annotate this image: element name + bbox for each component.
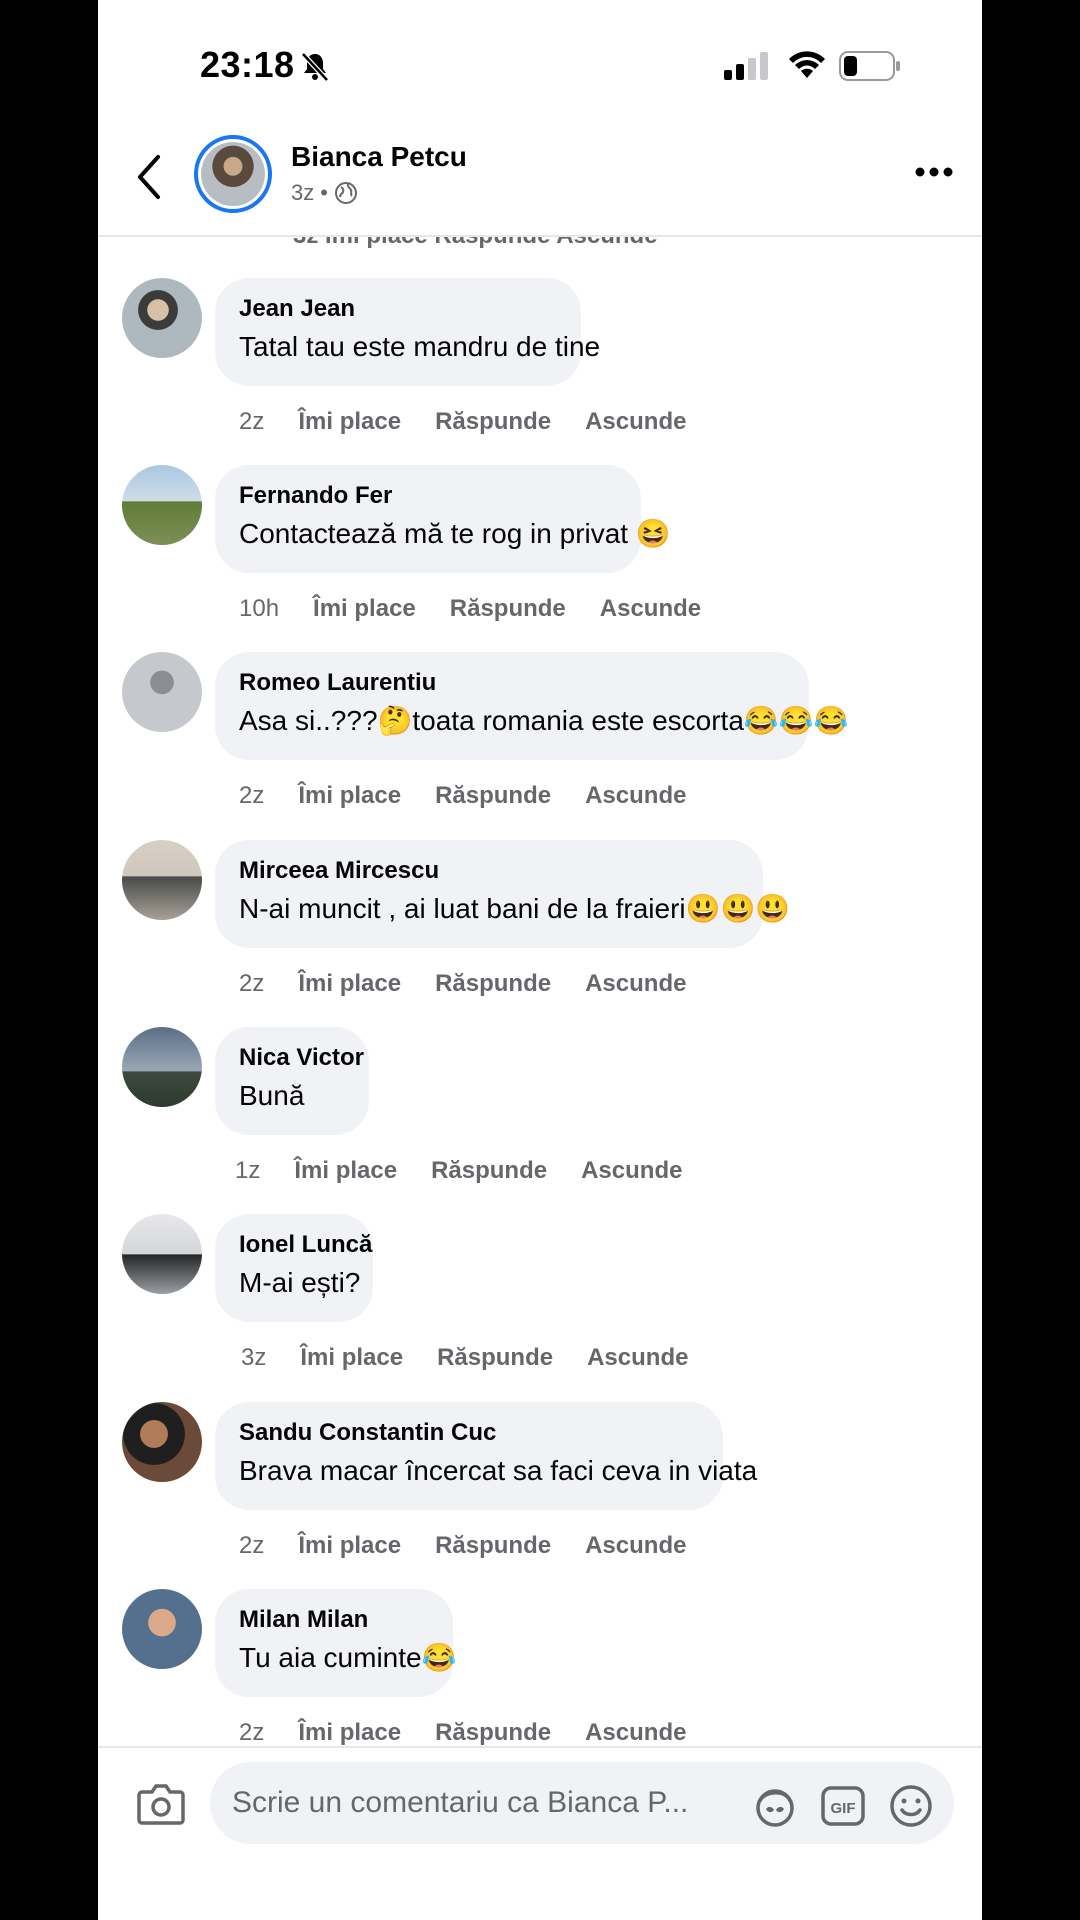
bell-muted-icon (301, 52, 329, 82)
commenter-name[interactable]: Fernando Fer (239, 481, 617, 511)
camera-icon[interactable] (136, 1782, 186, 1826)
like-button[interactable]: Îmi place (298, 970, 401, 998)
hide-button[interactable]: Ascunde (585, 970, 686, 998)
comment-text: M-ai ești? (239, 1267, 361, 1298)
like-button[interactable]: Îmi place (298, 1532, 401, 1560)
back-arrow-icon[interactable] (134, 153, 164, 201)
commenter-avatar[interactable] (122, 1402, 202, 1482)
comment-time: 2z (239, 782, 265, 809)
comment-bubble[interactable]: Ionel Luncă M-ai ești? (215, 1214, 373, 1322)
like-button[interactable]: Îmi place (298, 408, 401, 436)
commenter-name[interactable]: Milan Milan (239, 1605, 429, 1635)
comment-bubble[interactable]: Romeo Laurentiu Asa si..???🤔toata romani… (215, 652, 849, 760)
comment-text: Brava macar încercat sa faci ceva in via… (239, 1455, 758, 1486)
phone-screen: 23:18 Bianca Petcu 3z • Jean Jean Tatal … (98, 0, 982, 1920)
commenter-name[interactable]: Romeo Laurentiu (239, 668, 785, 698)
comment-composer: Scrie un comentariu ca Bianca P... GIF (98, 1746, 982, 1920)
reply-button[interactable]: Răspunde (431, 1157, 547, 1185)
comment-placeholder: Scrie un comentariu ca Bianca P... (232, 1786, 689, 1819)
svg-text:GIF: GIF (831, 1800, 856, 1817)
comment-time: 2z (239, 1532, 265, 1559)
comment-time: 1z (235, 1157, 261, 1184)
comment-time: 2z (239, 970, 265, 997)
commenter-avatar[interactable] (122, 652, 202, 732)
comment-text: Contactează mă te rog in privat 😆 (239, 518, 671, 549)
like-button[interactable]: Îmi place (298, 1719, 401, 1747)
commenter-avatar[interactable] (122, 465, 202, 545)
comment-bubble[interactable]: Jean Jean Tatal tau este mandru de tine (215, 278, 601, 386)
like-button[interactable]: Îmi place (300, 1344, 403, 1372)
emoji-icon[interactable] (888, 1783, 934, 1829)
hide-button[interactable]: Ascunde (585, 1719, 686, 1747)
commenter-name[interactable]: Jean Jean (239, 294, 557, 324)
like-button[interactable]: Îmi place (298, 782, 401, 810)
comment-actions: 3z Îmi place Răspunde Ascunde (241, 1344, 722, 1372)
globe-icon (334, 182, 357, 204)
comment-actions: 2z Îmi place Răspunde Ascunde (239, 782, 720, 810)
meta-dot: • (320, 180, 328, 205)
comment-time: 3z (241, 1344, 267, 1371)
hide-button[interactable]: Ascunde (585, 782, 686, 810)
comment-bubble[interactable]: Sandu Constantin Cuc Brava macar încerca… (215, 1402, 758, 1510)
reply-button[interactable]: Răspunde (435, 408, 551, 436)
battery-icon (839, 51, 900, 81)
reply-button[interactable]: Răspunde (435, 1532, 551, 1560)
comment-time: 2z (239, 408, 265, 435)
author-name[interactable]: Bianca Petcu (291, 141, 467, 173)
reply-button[interactable]: Răspunde (435, 1719, 551, 1747)
post-age: 3z (291, 180, 315, 205)
comment-text: Bună (239, 1080, 305, 1111)
commenter-name[interactable]: Mirceea Mircescu (239, 856, 739, 886)
commenter-avatar[interactable] (122, 278, 202, 358)
comment-bubble[interactable]: Mirceea Mircescu N-ai muncit , ai luat b… (215, 840, 791, 948)
reply-button[interactable]: Răspunde (437, 1344, 553, 1372)
comment-bubble[interactable]: Milan Milan Tu aia cuminte😂 (215, 1589, 457, 1697)
commenter-avatar[interactable] (122, 1589, 202, 1669)
reply-button[interactable]: Răspunde (435, 782, 551, 810)
comment-actions: 2z Îmi place Răspunde Ascunde (239, 1532, 720, 1560)
hide-button[interactable]: Ascunde (587, 1344, 688, 1372)
like-button[interactable]: Îmi place (294, 1157, 397, 1185)
gif-icon[interactable]: GIF (820, 1783, 866, 1829)
commenter-avatar[interactable] (122, 1214, 202, 1294)
comment-actions: 1z Îmi place Răspunde Ascunde (235, 1157, 716, 1185)
comment-actions: 2z Îmi place Răspunde Ascunde (239, 408, 720, 436)
commenter-name[interactable]: Sandu Constantin Cuc (239, 1418, 699, 1448)
comment-bubble[interactable]: Nica Victor Bună (215, 1027, 369, 1135)
comment-text: Asa si..???🤔toata romania este escorta😂😂… (239, 705, 849, 736)
status-time: 23:18 (200, 44, 295, 85)
commenter-name[interactable]: Ionel Luncă (239, 1230, 372, 1260)
hide-button[interactable]: Ascunde (585, 408, 686, 436)
comment-bubble[interactable]: Fernando Fer Contactează mă te rog in pr… (215, 465, 671, 573)
reply-button[interactable]: Răspunde (435, 970, 551, 998)
commenter-name[interactable]: Nica Victor (239, 1043, 364, 1073)
comment-text: Tatal tau este mandru de tine (239, 331, 601, 362)
more-options-icon[interactable] (914, 165, 954, 179)
hide-button[interactable]: Ascunde (585, 1532, 686, 1560)
comment-text: Tu aia cuminte😂 (239, 1642, 457, 1673)
status-bar: 23:18 (98, 0, 982, 125)
hide-button[interactable]: Ascunde (600, 595, 701, 623)
wifi-icon (789, 51, 825, 78)
comment-time: 2z (239, 1719, 265, 1746)
commenter-avatar[interactable] (122, 840, 202, 920)
commenter-avatar[interactable] (122, 1027, 202, 1107)
comment-actions: 2z Îmi place Răspunde Ascunde (239, 1719, 720, 1747)
reply-button[interactable]: Răspunde (450, 595, 566, 623)
author-avatar[interactable] (194, 135, 272, 213)
avatar-sticker-icon[interactable] (752, 1783, 798, 1829)
comment-actions: 2z Îmi place Răspunde Ascunde (239, 970, 720, 998)
comment-actions: 10h Îmi place Răspunde Ascunde (239, 595, 735, 623)
post-header: Bianca Petcu 3z • (98, 125, 982, 237)
post-meta: 3z • (291, 180, 358, 206)
like-button[interactable]: Îmi place (313, 595, 416, 623)
comment-text: N-ai muncit , ai luat bani de la fraieri… (239, 893, 791, 924)
hide-button[interactable]: Ascunde (581, 1157, 682, 1185)
cellular-signal-icon (724, 52, 768, 80)
comment-time: 10h (239, 595, 280, 622)
